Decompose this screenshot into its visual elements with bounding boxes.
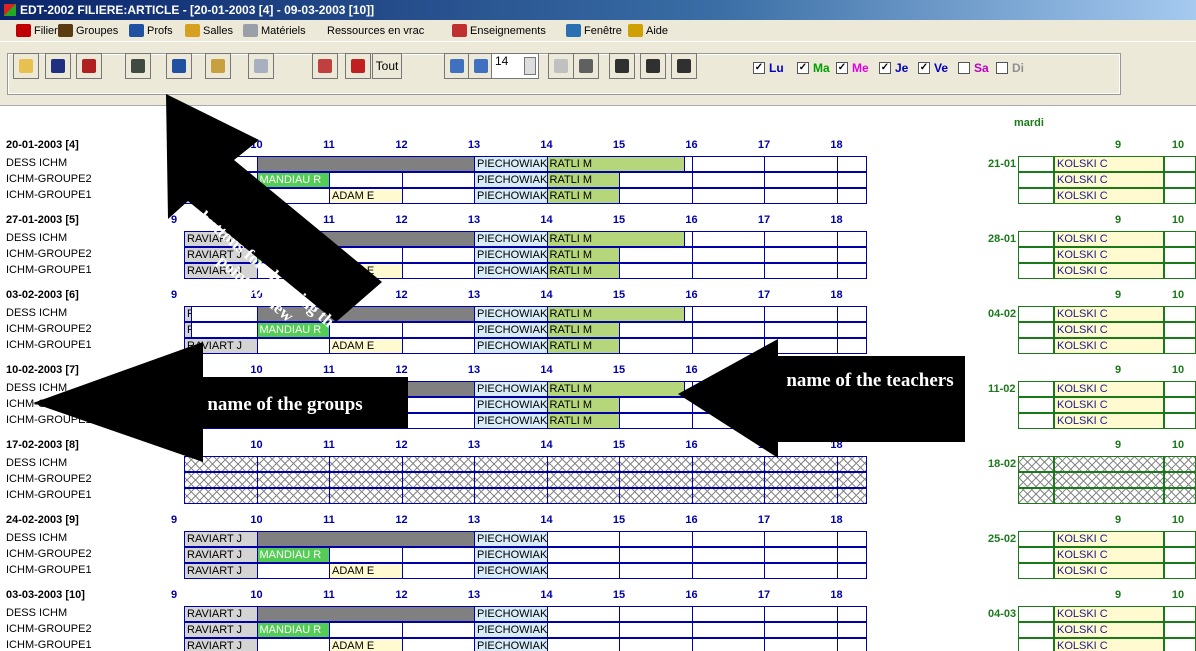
annotation-groups-text: name of the groups — [207, 394, 363, 415]
arrow-teachers-shape — [678, 339, 965, 458]
annotation-teachers-text: name of the teachers — [786, 370, 954, 391]
annotation-overlay — [33, 94, 965, 462]
